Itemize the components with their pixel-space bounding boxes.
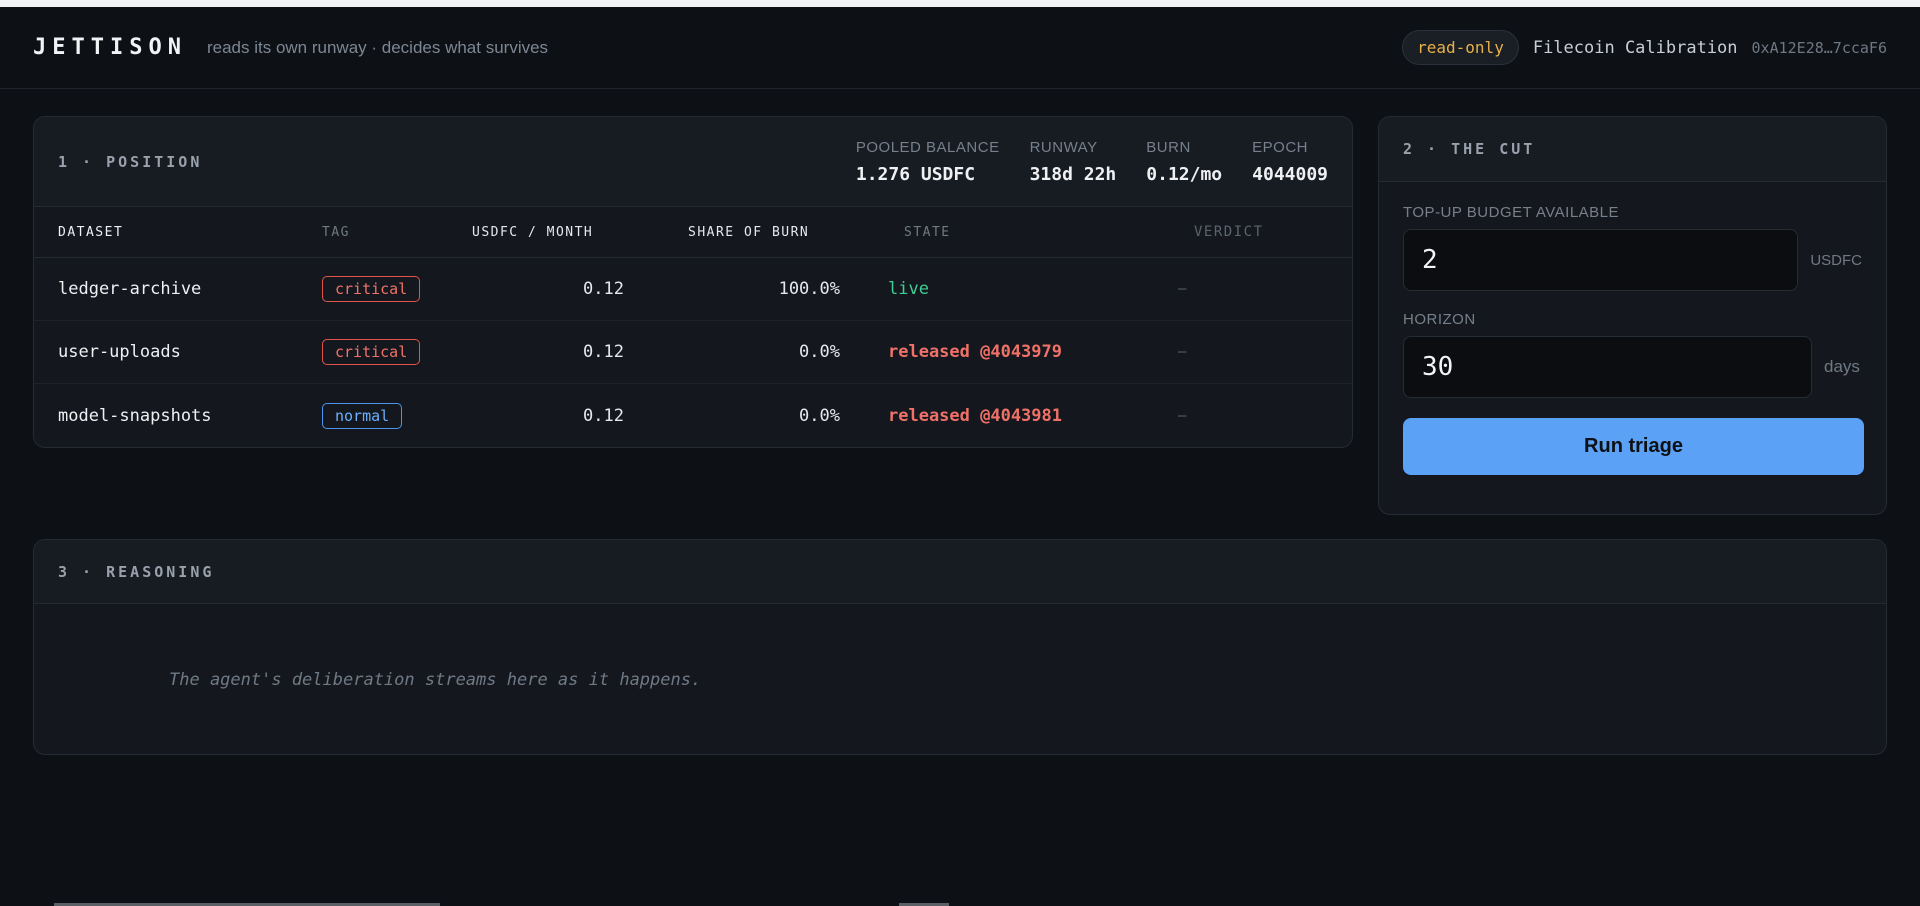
table-row[interactable]: model-snapshots normal 0.12 0.0% release…: [34, 384, 1352, 447]
stat-burn: BURN 0.12/mo: [1146, 139, 1222, 185]
horizon-field: HORIZON days: [1403, 311, 1862, 398]
position-card: 1 · POSITION POOLED BALANCE 1.276 USDFC …: [33, 116, 1353, 448]
position-title: 1 · POSITION: [58, 152, 203, 171]
network-name: Filecoin Calibration: [1532, 37, 1738, 58]
header-status: read-only Filecoin Calibration 0xA12E28……: [1402, 30, 1887, 65]
budget-field: TOP-UP BUDGET AVAILABLE USDFC: [1403, 204, 1862, 291]
horizon-label: HORIZON: [1403, 311, 1476, 328]
stat-value: 318d 22h: [1029, 163, 1117, 185]
the-cut-card: 2 · THE CUT TOP-UP BUDGET AVAILABLE USDF…: [1378, 116, 1887, 515]
stat-value: 0.12/mo: [1146, 163, 1223, 185]
usdfc-per-month: 0.12: [583, 279, 624, 299]
table-row[interactable]: ledger-archive critical 0.12 100.0% live…: [34, 258, 1352, 321]
tag-badge: critical: [322, 276, 421, 302]
wallet-address[interactable]: 0xA12E28…7ccaF6: [1752, 39, 1887, 57]
app-header: JETTISON reads its own runway · decides …: [0, 7, 1920, 89]
stat-pooled-balance: POOLED BALANCE 1.276 USDFC: [856, 139, 1000, 185]
stat-value: 4044009: [1252, 163, 1328, 185]
horizon-unit: days: [1824, 357, 1860, 376]
stat-runway: RUNWAY 318d 22h: [1030, 139, 1117, 185]
dataset-state: live: [888, 279, 929, 299]
stat-label: EPOCH: [1252, 138, 1308, 156]
position-header: 1 · POSITION POOLED BALANCE 1.276 USDFC …: [34, 117, 1352, 207]
reasoning-header: 3 · REASONING: [34, 540, 1886, 604]
column-header-tag: TAG: [322, 224, 350, 240]
share-of-burn: 0.0%: [799, 405, 840, 426]
read-only-badge: read-only: [1402, 30, 1519, 65]
usdfc-per-month: 0.12: [583, 342, 624, 362]
column-header-state: STATE: [904, 224, 951, 240]
budget-unit: USDFC: [1810, 251, 1862, 269]
cut-header: 2 · THE CUT: [1379, 117, 1886, 182]
position-stats: POOLED BALANCE 1.276 USDFC RUNWAY 318d 2…: [856, 139, 1328, 185]
budget-label: TOP-UP BUDGET AVAILABLE: [1403, 204, 1620, 221]
horizon-input[interactable]: [1403, 336, 1812, 398]
brand-logo: JETTISON: [33, 35, 187, 60]
stat-label: POOLED BALANCE: [855, 138, 1000, 156]
column-header-usdfc-month: USDFC / MONTH: [472, 224, 594, 240]
dataset-verdict: —: [1178, 407, 1187, 424]
share-of-burn: 100.0%: [778, 279, 840, 299]
table-header: DATASET TAG USDFC / MONTH SHARE OF BURN …: [34, 207, 1352, 258]
stat-label: RUNWAY: [1029, 138, 1098, 156]
dataset-state: released @4043979: [888, 342, 1062, 362]
dataset-name: user-uploads: [58, 342, 181, 362]
dataset-state: released @4043981: [888, 405, 1062, 426]
table-row[interactable]: user-uploads critical 0.12 0.0% released…: [34, 321, 1352, 384]
stat-value: 1.276 USDFC: [855, 163, 976, 185]
budget-input[interactable]: [1403, 229, 1799, 291]
cut-title: 2 · THE CUT: [1403, 140, 1536, 158]
run-triage-button[interactable]: Run triage: [1403, 418, 1864, 475]
stat-label: BURN: [1146, 138, 1191, 156]
tag-badge: normal: [322, 402, 403, 429]
share-of-burn: 0.0%: [799, 342, 840, 362]
reasoning-stream: The agent's deliberation streams here as…: [34, 604, 1886, 690]
column-header-dataset: DATASET: [58, 224, 124, 240]
tagline: reads its own runway · decides what surv…: [206, 37, 549, 57]
dataset-verdict: —: [1178, 344, 1187, 360]
dataset-verdict: —: [1178, 281, 1187, 297]
cut-body: TOP-UP BUDGET AVAILABLE USDFC HORIZON da…: [1379, 182, 1886, 497]
browser-top-strip: [0, 0, 1920, 7]
tag-badge: critical: [322, 339, 421, 365]
stat-epoch: EPOCH 4044009: [1252, 139, 1328, 185]
reasoning-card: 3 · REASONING The agent's deliberation s…: [33, 539, 1887, 755]
dataset-name: ledger-archive: [58, 279, 202, 299]
reasoning-title: 3 · REASONING: [58, 562, 215, 581]
dataset-name: model-snapshots: [58, 405, 212, 426]
reasoning-placeholder: The agent's deliberation streams here as…: [169, 670, 702, 690]
column-header-share-of-burn: SHARE OF BURN: [688, 224, 810, 240]
column-header-verdict: VERDICT: [1194, 224, 1264, 240]
usdfc-per-month: 0.12: [583, 405, 624, 426]
